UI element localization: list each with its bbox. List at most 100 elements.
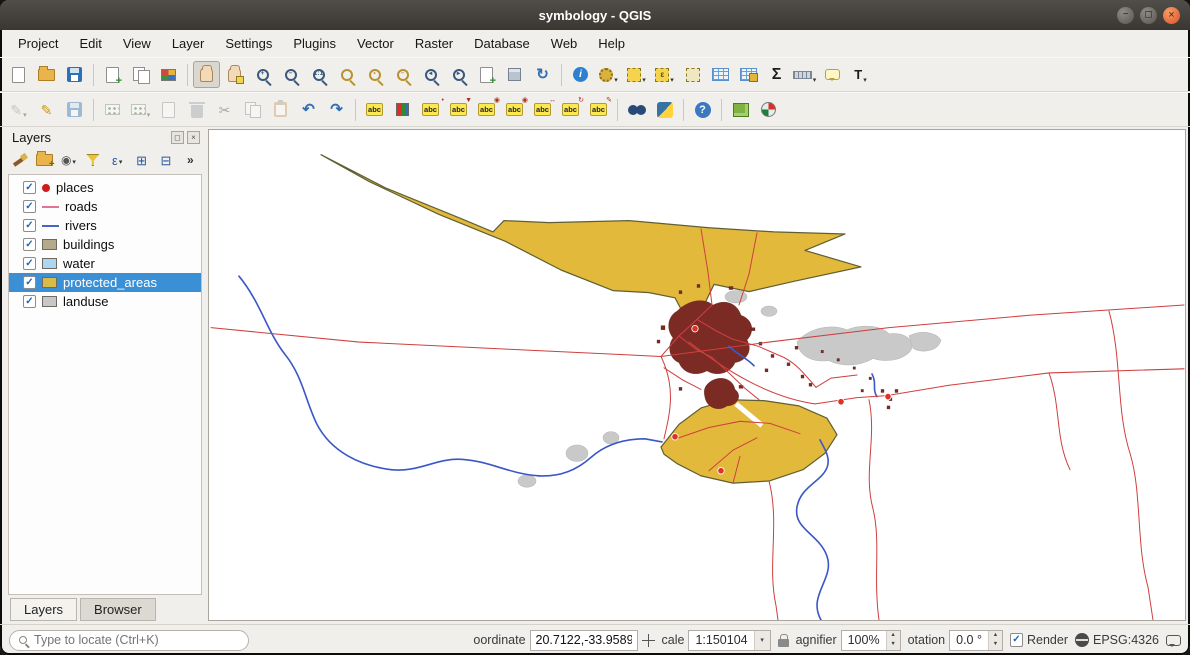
move-label-button[interactable]: abc↔ (529, 96, 556, 123)
menu-view[interactable]: View (113, 33, 161, 54)
run-feature-action-button[interactable]: ▾ (595, 61, 622, 88)
locate-input[interactable] (32, 632, 239, 648)
field-calculator-button[interactable] (735, 61, 762, 88)
rotate-label-button[interactable]: abc↻ (557, 96, 584, 123)
pin-labels-button[interactable]: abc▼ (445, 96, 472, 123)
menu-database[interactable]: Database (464, 33, 540, 54)
maximize-button[interactable]: ◻ (1140, 7, 1157, 24)
layer-row-water[interactable]: ✓ water (9, 254, 201, 273)
magnifier-spinbox[interactable]: 100% ▲ ▼ (841, 630, 901, 651)
tab-browser[interactable]: Browser (80, 598, 156, 621)
deselect-features-button[interactable] (679, 61, 706, 88)
menu-layer[interactable]: Layer (162, 33, 215, 54)
style-manager-button[interactable] (155, 61, 182, 88)
layout-manager-button[interactable] (127, 61, 154, 88)
add-feature-button[interactable] (99, 96, 126, 123)
render-checkbox[interactable]: ✓ (1010, 633, 1023, 647)
undo-button[interactable]: ↶ (295, 96, 322, 123)
scale-dropdown-button[interactable]: ▾ (754, 631, 770, 650)
zoom-next-button[interactable]: ▸ (445, 61, 472, 88)
layer-row-buildings[interactable]: ✓ buildings (9, 235, 201, 254)
layer-diagram-options-button[interactable] (389, 96, 416, 123)
filter-by-expression-button[interactable]: ε▾ (108, 150, 127, 170)
layer-checkbox[interactable]: ✓ (23, 257, 36, 270)
locator-box[interactable] (9, 630, 249, 651)
change-label-button[interactable]: abc✎ (585, 96, 612, 123)
quickmap-plugin-button[interactable] (727, 96, 754, 123)
scale-combo[interactable]: 1:150104 ▾ (688, 630, 770, 651)
statistical-summary-button[interactable]: Σ (763, 61, 790, 88)
layer-labeling-options-button[interactable]: abc (361, 96, 388, 123)
layer-row-rivers[interactable]: ✓ rivers (9, 216, 201, 235)
text-annotation-button[interactable]: T▾ (847, 61, 874, 88)
rotation-spin-arrows[interactable]: ▲ ▼ (988, 631, 1002, 650)
show-hide-labels-button[interactable]: abc◉ (501, 96, 528, 123)
highlight-pinned-labels-button[interactable]: abc◉ (473, 96, 500, 123)
layer-checkbox[interactable]: ✓ (23, 200, 36, 213)
menu-edit[interactable]: Edit (69, 33, 111, 54)
panel-close-button[interactable]: × (187, 131, 200, 144)
pan-map-button[interactable] (193, 61, 220, 88)
lock-scale-icon[interactable] (778, 639, 789, 647)
layer-checkbox[interactable]: ✓ (23, 276, 36, 289)
compass-plugin-button[interactable] (755, 96, 782, 123)
zoom-last-button[interactable]: ◂ (417, 61, 444, 88)
manage-map-themes-button[interactable]: ◉▾ (59, 150, 78, 170)
help-contents-button[interactable]: ? (689, 96, 716, 123)
new-project-button[interactable] (5, 61, 32, 88)
zoom-in-button[interactable]: + (249, 61, 276, 88)
layer-checkbox[interactable]: ✓ (23, 181, 36, 194)
messages-icon[interactable] (1166, 635, 1181, 646)
zoom-to-layer-button[interactable]: − (389, 61, 416, 88)
map-canvas[interactable] (208, 129, 1186, 621)
layer-row-landuse[interactable]: ✓ landuse (9, 292, 201, 311)
toggle-editing-button[interactable]: ✎ (33, 96, 60, 123)
new-map-view-button[interactable] (473, 61, 500, 88)
layer-row-places[interactable]: ✓ places (9, 178, 201, 197)
tab-layers[interactable]: Layers (10, 598, 77, 621)
collapse-all-button[interactable]: ⊟ (156, 150, 175, 170)
zoom-out-button[interactable]: − (277, 61, 304, 88)
select-by-expression-button[interactable]: ε▾ (651, 61, 678, 88)
layer-row-protected-areas[interactable]: ✓ protected_areas (9, 273, 201, 292)
panel-toolbar-overflow-button[interactable]: » (181, 150, 200, 170)
layer-checkbox[interactable]: ✓ (23, 219, 36, 232)
minimize-button[interactable]: − (1117, 7, 1134, 24)
titlebar[interactable]: symbology - QGIS − ◻ × (0, 0, 1190, 30)
pan-to-selection-button[interactable] (221, 61, 248, 88)
crs-group[interactable]: EPSG:4326 (1075, 633, 1159, 647)
copy-features-button[interactable] (239, 96, 266, 123)
menu-web[interactable]: Web (541, 33, 588, 54)
rotation-spinbox[interactable]: 0.0 ° ▲ ▼ (949, 630, 1003, 651)
zoom-full-button[interactable] (333, 61, 360, 88)
cut-features-button[interactable]: ✂ (211, 96, 238, 123)
spin-up-icon[interactable]: ▲ (887, 631, 900, 641)
select-features-button[interactable]: ▾ (623, 61, 650, 88)
save-layer-edits-button[interactable] (61, 96, 88, 123)
expand-all-button[interactable]: ⊞ (132, 150, 151, 170)
measure-button[interactable]: ▾ (791, 61, 818, 88)
close-button[interactable]: × (1163, 7, 1180, 24)
layer-checkbox[interactable]: ✓ (23, 295, 36, 308)
panel-float-button[interactable]: ◻ (171, 131, 184, 144)
new-3d-map-view-button[interactable] (501, 61, 528, 88)
layer-checkbox[interactable]: ✓ (23, 238, 36, 251)
add-group-button[interactable] (34, 150, 53, 170)
save-project-button[interactable] (61, 61, 88, 88)
identify-features-button[interactable]: i (567, 61, 594, 88)
delete-selected-button[interactable] (183, 96, 210, 123)
label-single-button[interactable]: abc• (417, 96, 444, 123)
zoom-native-button[interactable]: 1:1 (305, 61, 332, 88)
modify-attributes-button[interactable] (155, 96, 182, 123)
spin-down-icon[interactable]: ▼ (989, 640, 1002, 650)
vertex-tool-button[interactable]: ▾ (127, 96, 154, 123)
spin-up-icon[interactable]: ▲ (989, 631, 1002, 641)
current-edits-button[interactable]: ✎▾ (5, 96, 32, 123)
redo-button[interactable]: ↷ (323, 96, 350, 123)
menu-settings[interactable]: Settings (215, 33, 282, 54)
menu-vector[interactable]: Vector (347, 33, 404, 54)
menu-project[interactable]: Project (8, 33, 68, 54)
spin-down-icon[interactable]: ▼ (887, 640, 900, 650)
magnifier-spin-arrows[interactable]: ▲ ▼ (886, 631, 900, 650)
paste-features-button[interactable] (267, 96, 294, 123)
